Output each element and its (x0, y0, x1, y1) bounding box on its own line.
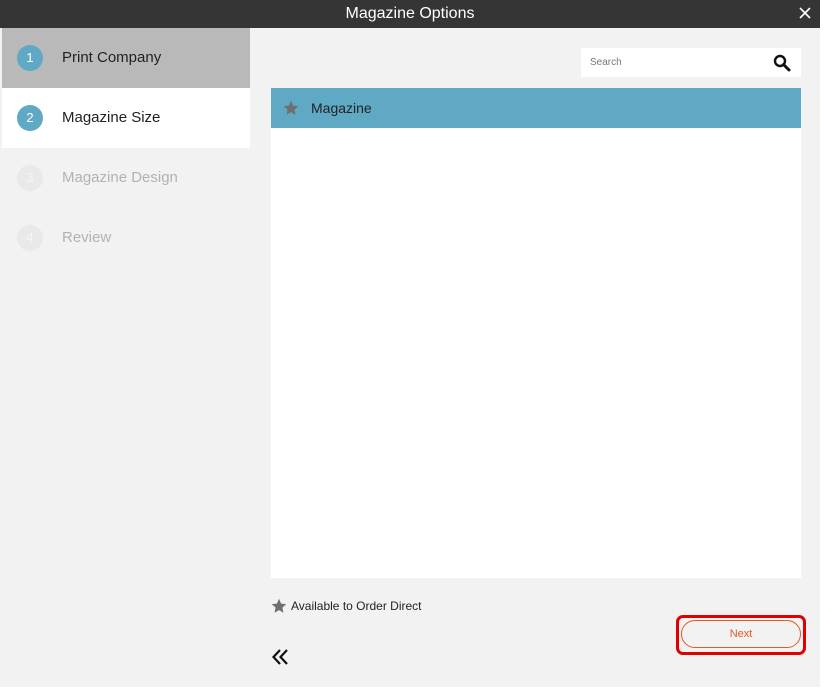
step-label: Review (62, 229, 112, 246)
step-number-badge: 2 (17, 105, 43, 131)
close-icon[interactable] (796, 4, 814, 22)
double-chevron-left-icon[interactable] (271, 647, 291, 667)
list-item[interactable]: Magazine (271, 88, 801, 128)
legend-label: Available to Order Direct (291, 599, 422, 613)
step-label: Magazine Design (62, 169, 178, 186)
main-panel: Magazine Available to Order Direct Next (250, 28, 820, 687)
magazine-options-dialog: Magazine Options 1 Print Company 2 Magaz… (0, 0, 820, 687)
magazine-size-list: Magazine (271, 88, 801, 578)
next-button[interactable]: Next (681, 620, 801, 648)
step-label: Magazine Size (62, 109, 161, 126)
star-icon (271, 598, 287, 613)
step-number-badge: 4 (17, 225, 43, 251)
star-icon (283, 100, 299, 115)
search-box (581, 48, 801, 77)
step-magazine-design: 3 Magazine Design (2, 148, 250, 208)
title-bar: Magazine Options (0, 0, 820, 28)
step-print-company[interactable]: 1 Print Company (2, 28, 250, 88)
wizard-steps-sidebar: 1 Print Company 2 Magazine Size 3 Magazi… (2, 28, 250, 687)
step-magazine-size[interactable]: 2 Magazine Size (2, 88, 250, 148)
search-icon[interactable] (773, 54, 791, 72)
dialog-title: Magazine Options (345, 5, 475, 22)
search-input[interactable] (581, 48, 766, 77)
step-number-badge: 1 (17, 45, 43, 71)
list-item-label: Magazine (311, 100, 372, 116)
step-label: Print Company (62, 49, 162, 66)
step-review: 4 Review (2, 208, 250, 268)
step-number-badge: 3 (17, 165, 43, 191)
